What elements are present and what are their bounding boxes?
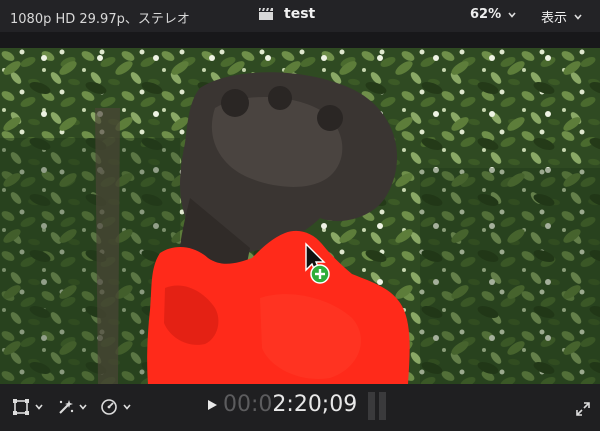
chevron-down-icon	[123, 404, 131, 410]
project-title-group: test	[258, 6, 315, 22]
timecode-value: 2:20;09	[272, 392, 358, 417]
zoom-level: 62%	[470, 7, 502, 22]
project-title: test	[284, 6, 316, 22]
retime-menu[interactable]	[100, 398, 132, 416]
timecode-display[interactable]: 00:0 2:20;09	[205, 392, 357, 417]
viewer-header: 1080p HD 29.97p、ステレオ test 62% 表示	[0, 0, 600, 32]
clapperboard-icon	[259, 8, 273, 20]
magic-wand-icon	[59, 400, 74, 414]
video-viewer[interactable]	[0, 48, 600, 384]
view-menu-label: 表示	[541, 11, 568, 26]
play-icon[interactable]	[205, 398, 219, 412]
audio-meter-left	[368, 392, 375, 420]
retime-speedometer-icon	[101, 399, 117, 415]
chevron-down-icon	[79, 404, 87, 410]
transform-icon	[13, 399, 29, 415]
zoom-menu[interactable]: 62%	[470, 7, 517, 22]
chevron-down-icon	[508, 11, 516, 18]
viewer-footer: 00:0 2:20;09	[0, 384, 600, 431]
video-frame	[0, 48, 600, 384]
viewer-letterbox	[0, 32, 600, 48]
chevron-down-icon	[35, 404, 43, 410]
chevron-down-icon	[574, 13, 582, 20]
audio-meter-right	[379, 392, 386, 420]
view-menu[interactable]: 表示	[541, 7, 583, 26]
timecode-leading: 00:0	[223, 392, 273, 417]
transform-menu[interactable]	[12, 398, 44, 416]
fullscreen-icon[interactable]	[576, 402, 590, 416]
format-info: 1080p HD 29.97p、ステレオ	[10, 12, 190, 27]
enhance-menu[interactable]	[56, 398, 88, 416]
audio-meters	[368, 392, 386, 420]
